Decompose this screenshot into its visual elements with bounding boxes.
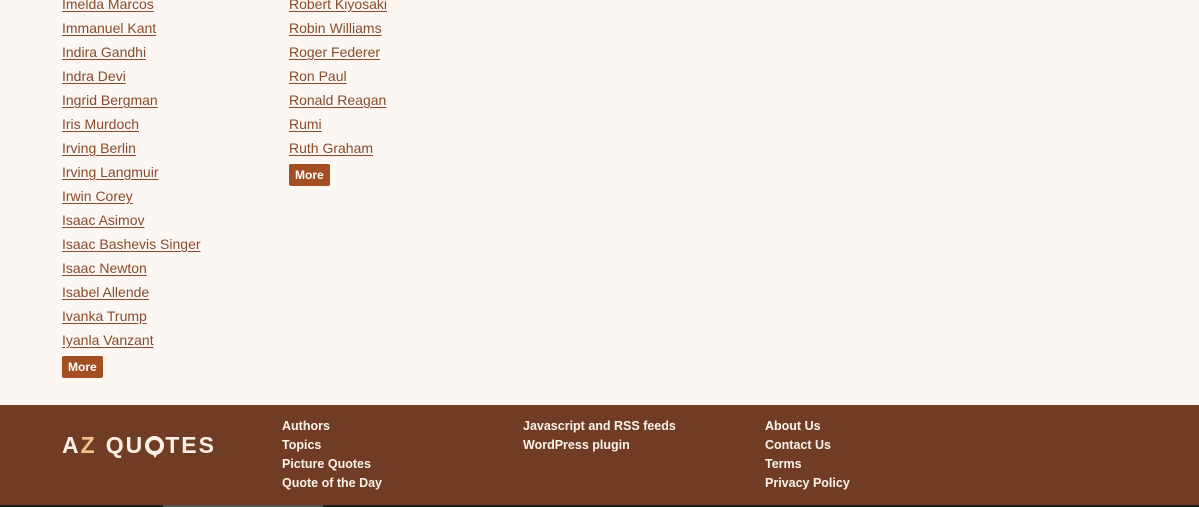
logo-text-qu: QU xyxy=(105,432,145,458)
author-item: Ruth Graham xyxy=(289,136,387,160)
author-link-ruth-graham[interactable]: Ruth Graham xyxy=(289,140,373,156)
author-item: Ronald Reagan xyxy=(289,88,387,112)
author-link-irving-langmuir[interactable]: Irving Langmuir xyxy=(62,164,159,180)
logo-text-a: A xyxy=(62,432,81,458)
author-item: Isaac Bashevis Singer xyxy=(62,232,201,256)
footer-link-topics[interactable]: Topics xyxy=(282,438,321,452)
footer-link-authors[interactable]: Authors xyxy=(282,419,330,433)
footer-item: Contact Us xyxy=(765,435,850,454)
author-item: Isaac Asimov xyxy=(62,208,201,232)
author-link-ivanka-trump[interactable]: Ivanka Trump xyxy=(62,308,147,324)
author-link-indra-devi[interactable]: Indra Devi xyxy=(62,68,126,84)
author-item: Ivanka Trump xyxy=(62,304,201,328)
author-link-ron-paul[interactable]: Ron Paul xyxy=(289,68,347,84)
footer-item: Authors xyxy=(282,416,382,435)
footer-links-main: Authors Topics Picture Quotes Quote of the … xyxy=(282,416,382,492)
author-link-robin-williams[interactable]: Robin Williams xyxy=(289,20,382,36)
footer-item: Privacy Policy xyxy=(765,473,850,492)
author-item: Robert Kiyosaki xyxy=(289,0,387,16)
author-item: Irving Berlin xyxy=(62,136,201,160)
author-link-isabel-allende[interactable]: Isabel Allende xyxy=(62,284,149,300)
footer-link-contact-us[interactable]: Contact Us xyxy=(765,438,831,452)
author-link-robert-kiyosaki[interactable]: Robert Kiyosaki xyxy=(289,0,387,12)
footer-link-picture-quotes[interactable]: Picture Quotes xyxy=(282,457,371,471)
author-item: Imelda Marcos xyxy=(62,0,201,16)
speech-bubble-icon xyxy=(145,435,165,458)
footer-item: Topics xyxy=(282,435,382,454)
footer-links-info: About Us Contact Us Terms Privacy Policy xyxy=(765,416,850,492)
author-link-immanuel-kant[interactable]: Immanuel Kant xyxy=(62,20,156,36)
author-item: Iris Murdoch xyxy=(62,112,201,136)
logo-text-tes: TES xyxy=(165,432,216,458)
footer-item: Quote of the Day xyxy=(282,473,382,492)
author-link-indira-gandhi[interactable]: Indira Gandhi xyxy=(62,44,146,60)
footer-link-javascript-and-rss-feeds[interactable]: Javascript and RSS feeds xyxy=(523,419,676,433)
author-link-rumi[interactable]: Rumi xyxy=(289,116,322,132)
author-item: Irwin Corey xyxy=(62,184,201,208)
footer-link-about-us[interactable]: About Us xyxy=(765,419,821,433)
author-item: Roger Federer xyxy=(289,40,387,64)
author-item: Isabel Allende xyxy=(62,280,201,304)
author-link-irwin-corey[interactable]: Irwin Corey xyxy=(62,188,133,204)
author-list-r: Robert Kiyosaki Robin Williams Roger Feder… xyxy=(289,0,387,160)
author-link-iyanla-vanzant[interactable]: Iyanla Vanzant xyxy=(62,332,154,348)
author-item: Robin Williams xyxy=(289,16,387,40)
author-link-iris-murdoch[interactable]: Iris Murdoch xyxy=(62,116,139,132)
footer-item: About Us xyxy=(765,416,850,435)
footer-link-wordpress-plugin[interactable]: WordPress plugin xyxy=(523,438,630,452)
author-link-roger-federer[interactable]: Roger Federer xyxy=(289,44,380,60)
footer-item: WordPress plugin xyxy=(523,435,676,454)
author-item: Indira Gandhi xyxy=(62,40,201,64)
author-link-irving-berlin[interactable]: Irving Berlin xyxy=(62,140,136,156)
author-link-isaac-asimov[interactable]: Isaac Asimov xyxy=(62,212,144,228)
author-item: Rumi xyxy=(289,112,387,136)
footer-item: Terms xyxy=(765,454,850,473)
author-item: Ron Paul xyxy=(289,64,387,88)
more-authors-r-button[interactable]: More xyxy=(289,164,330,186)
footer-link-quote-of-the-day[interactable]: Quote of the Day xyxy=(282,476,382,490)
footer-links-tools: Javascript and RSS feeds WordPress plugin xyxy=(523,416,676,454)
author-link-isaac-newton[interactable]: Isaac Newton xyxy=(62,260,147,276)
author-item: Isaac Newton xyxy=(62,256,201,280)
author-item: Indra Devi xyxy=(62,64,201,88)
author-link-ingrid-bergman[interactable]: Ingrid Bergman xyxy=(62,92,158,108)
author-link-ronald-reagan[interactable]: Ronald Reagan xyxy=(289,92,386,108)
site-footer: A Z QU TES Authors Topics Picture Quotes Quote… xyxy=(0,405,1199,507)
footer-link-terms[interactable]: Terms xyxy=(765,457,802,471)
author-column-r: Robert Kiyosaki Robin Williams Roger Feder… xyxy=(289,0,387,186)
footer-item: Javascript and RSS feeds xyxy=(523,416,676,435)
more-authors-i-button[interactable]: More xyxy=(62,356,103,378)
footer-link-privacy-policy[interactable]: Privacy Policy xyxy=(765,476,850,490)
azquotes-logo[interactable]: A Z QU TES xyxy=(62,430,216,460)
author-link-imelda-marcos[interactable]: Imelda Marcos xyxy=(62,0,154,12)
footer-item: Picture Quotes xyxy=(282,454,382,473)
logo-text-z: Z xyxy=(80,432,97,458)
author-link-isaac-bashevis-singer[interactable]: Isaac Bashevis Singer xyxy=(62,236,201,252)
author-item: Immanuel Kant xyxy=(62,16,201,40)
author-list-i: Imelda Marcos Immanuel Kant Indira Gandhi I… xyxy=(62,0,201,352)
author-item: Irving Langmuir xyxy=(62,160,201,184)
author-column-i: Imelda Marcos Immanuel Kant Indira Gandhi I… xyxy=(62,0,201,378)
author-item: Iyanla Vanzant xyxy=(62,328,201,352)
author-item: Ingrid Bergman xyxy=(62,88,201,112)
